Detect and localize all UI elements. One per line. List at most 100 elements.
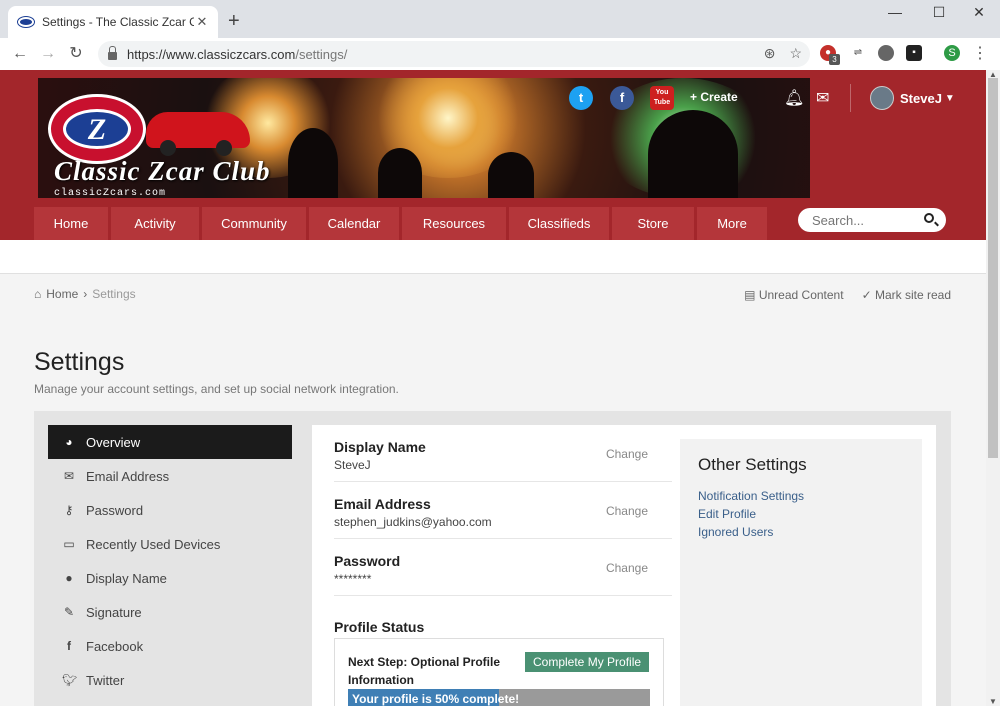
address-bar[interactable]: https://www.classiczcars.com/settings/ ⊛… (98, 41, 810, 67)
nav-item-home[interactable]: Home (34, 207, 108, 240)
site-search (798, 208, 946, 232)
nav-item-more[interactable]: More (697, 207, 767, 240)
page-description: Manage your account settings, and set up… (34, 382, 399, 396)
user-menu[interactable]: SteveJ ▼ (870, 86, 955, 110)
settings-sidebar: ◕ Overview ✉ Email Address ⚷ Password ▭ Rece… (48, 425, 292, 697)
header-divider (850, 84, 851, 112)
sidebar-item-twitter[interactable]: 🐦︎ Twitter (48, 663, 292, 697)
next-step-text: Next Step: Optional Profile Information (348, 655, 501, 687)
change-password-button[interactable]: Change (606, 561, 648, 575)
ignored-users-link[interactable]: Ignored Users (698, 525, 904, 539)
scrollbar-thumb[interactable] (988, 78, 998, 458)
display-name-label: Display Name (334, 439, 426, 455)
laptop-icon: ▭ (63, 537, 75, 551)
bookmark-star-icon[interactable]: ☆ (789, 45, 802, 62)
tab-close-icon[interactable]: ✕ (194, 14, 210, 30)
avatar (870, 86, 894, 110)
display-name-row: Display Name SteveJ Change (334, 425, 672, 482)
pencil-icon: ✎ (63, 605, 75, 619)
breadcrumb-current: Settings (92, 287, 136, 301)
notification-settings-link[interactable]: Notification Settings (698, 489, 904, 503)
menu-kebab-icon[interactable]: ⋮ (970, 44, 990, 64)
crowd-silhouette (288, 128, 338, 198)
sidebar-item-password[interactable]: ⚷ Password (48, 493, 292, 527)
breadcrumb-home[interactable]: Home (46, 287, 78, 301)
search-input[interactable] (812, 212, 922, 228)
back-arrow-icon[interactable]: ← (10, 44, 30, 64)
edit-profile-link[interactable]: Edit Profile (698, 507, 904, 521)
newspaper-icon: ▤ (744, 288, 759, 302)
url-text: https://www.classiczcars.com/settings/ (127, 46, 348, 62)
club-logo[interactable]: Z (48, 94, 146, 164)
browser-tab-bar: Settings - The Classic Zcar Club ✕ + — ☐… (0, 0, 1000, 38)
crowd-silhouette (648, 110, 738, 198)
email-label: Email Address (334, 496, 431, 512)
browser-tab[interactable]: Settings - The Classic Zcar Club ✕ (8, 6, 218, 38)
profile-status-box: Next Step: Optional Profile Information … (334, 638, 664, 706)
minimize-icon[interactable]: — (880, 4, 910, 20)
sidebar-item-recently-used-devices[interactable]: ▭ Recently Used Devices (48, 527, 292, 561)
web-page: Z Classic Zcar Club classicZcars.com t f… (0, 70, 986, 706)
translate-icon[interactable]: ⊛ (764, 45, 776, 62)
reload-icon[interactable]: ↻ (66, 44, 86, 64)
youtube-icon[interactable]: You Tube (650, 86, 674, 110)
other-settings: Other Settings Notification Settings Edi… (680, 439, 922, 706)
profile-avatar-icon[interactable]: S (944, 45, 960, 61)
tab-title: Settings - The Classic Zcar Club (42, 15, 194, 29)
sidebar-item-display-name[interactable]: ● Display Name (48, 561, 292, 595)
logo-subtext: classicZcars.com (54, 188, 167, 198)
twitter-icon[interactable]: t (569, 86, 593, 110)
scroll-down-icon[interactable]: ▼ (989, 697, 997, 706)
create-button[interactable]: + Create (690, 90, 738, 104)
maximize-icon[interactable]: ☐ (924, 4, 954, 21)
profile-status-title: Profile Status (334, 619, 425, 635)
mark-site-read-link[interactable]: ✓ Mark site read (862, 288, 951, 302)
nav-item-resources[interactable]: Resources (402, 207, 506, 240)
username: SteveJ (900, 90, 942, 106)
new-tab-icon[interactable]: + (228, 11, 240, 31)
chevron-right-icon: › (83, 287, 88, 301)
page-scrollbar[interactable]: ▲ ▼ (986, 70, 1000, 706)
sidebar-item-email-address[interactable]: ✉ Email Address (48, 459, 292, 493)
nav-item-calendar[interactable]: Calendar (309, 207, 399, 240)
home-icon: ⌂ (34, 287, 42, 301)
envelope-icon: ✉ (63, 469, 75, 483)
other-settings-title: Other Settings (698, 455, 807, 474)
password-value: ******** (334, 572, 372, 586)
nav-item-store[interactable]: Store (612, 207, 694, 240)
key-icon: ⚷ (64, 503, 74, 517)
dashboard-icon: ◕ (65, 435, 73, 449)
bell-icon[interactable]: 🔔︎ (784, 88, 804, 108)
forward-arrow-icon[interactable]: → (38, 44, 58, 64)
nav-item-activity[interactable]: Activity (111, 207, 199, 240)
lock-icon (108, 46, 117, 60)
user-icon: ● (65, 571, 73, 585)
nav-item-community[interactable]: Community (202, 207, 306, 240)
nav-item-classifieds[interactable]: Classifieds (509, 207, 609, 240)
envelope-icon[interactable]: ✉ (816, 88, 829, 108)
change-display-name-button[interactable]: Change (606, 447, 648, 461)
window-close-icon[interactable]: ✕ (964, 4, 994, 21)
usb-extension-icon[interactable]: ⇌ (850, 45, 866, 61)
page-title: Settings (34, 348, 125, 376)
display-name-value: SteveJ (334, 458, 371, 472)
complete-my-profile-button[interactable]: Complete My Profile (525, 652, 650, 672)
unread-content-link[interactable]: ▤ Unread Content (744, 288, 843, 302)
extension-badge: 3 (829, 54, 840, 65)
email-row: Email Address stephen_judkins@yahoo.com … (334, 482, 672, 539)
main-nav: Home Activity Community Calendar Resourc… (34, 207, 767, 240)
logo-text: Classic Zcar Club (54, 156, 271, 186)
sidebar-item-overview[interactable]: ◕ Overview (48, 425, 292, 459)
checkmark-icon: ✓ (861, 288, 875, 302)
change-email-button[interactable]: Change (606, 504, 648, 518)
facebook-icon[interactable]: f (610, 86, 634, 110)
twitter-icon: 🐦︎ (62, 673, 78, 687)
terminal-extension-icon[interactable]: ▪ (906, 45, 922, 61)
browser-toolbar: ← → ↻ https://www.classiczcars.com/setti… (0, 38, 1000, 70)
site-favicon-icon (18, 17, 34, 27)
sidebar-item-signature[interactable]: ✎ Signature (48, 595, 292, 629)
breadcrumb-actions: ▤ Unread Content ✓ Mark site read (744, 288, 951, 302)
circle-extension-icon[interactable] (878, 45, 894, 61)
sidebar-item-facebook[interactable]: f Facebook (48, 629, 292, 663)
search-icon[interactable] (924, 213, 934, 223)
